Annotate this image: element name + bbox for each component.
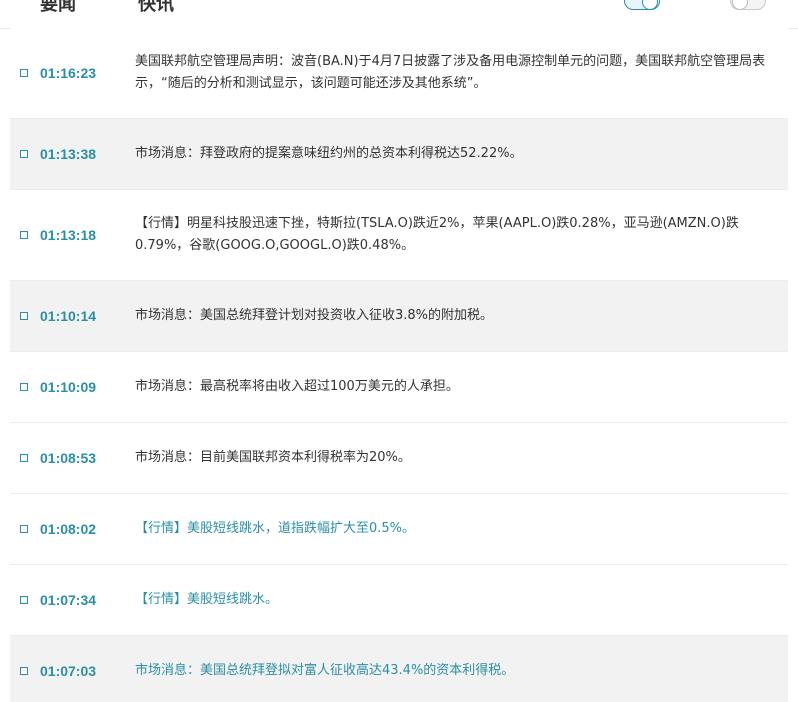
news-text[interactable]: 市场消息：最高税率将由收入超过100万美元的人承担。 — [135, 376, 768, 398]
news-time: 01:10:14 — [40, 308, 97, 324]
news-text[interactable]: 市场消息：美国总统拜登计划对投资收入征收3.8%的附加税。 — [135, 305, 768, 327]
news-text[interactable]: 市场消息：拜登政府的提案意味纽约州的总资本利得税达52.22%。 — [135, 143, 768, 165]
news-text[interactable]: 【行情】美股短线跳水。 — [135, 589, 768, 611]
timeline-marker-icon — [20, 596, 28, 604]
timeline-marker-icon — [20, 383, 28, 391]
news-time: 01:07:03 — [40, 663, 97, 679]
news-item[interactable]: 01:13:18 【行情】明星科技股迅速下挫，特斯拉(TSLA.O)跌近2%，苹… — [10, 190, 788, 281]
news-time: 01:08:53 — [40, 450, 97, 466]
timeline-marker-icon — [20, 525, 28, 533]
timeline-marker-icon — [20, 667, 28, 675]
news-time: 01:07:34 — [40, 592, 97, 608]
news-item[interactable]: 01:08:53 市场消息：目前美国联邦资本利得税率为20%。 — [10, 423, 788, 494]
timeline-marker-icon — [20, 454, 28, 462]
news-item[interactable]: 01:16:23 美国联邦航空管理局声明：波音(BA.N)于4月7日披露了涉及备… — [10, 28, 788, 119]
toggle-switch-1[interactable] — [624, 0, 660, 10]
news-item[interactable]: 01:07:34 【行情】美股短线跳水。 — [10, 565, 788, 636]
news-time: 01:10:09 — [40, 379, 97, 395]
news-time: 01:16:23 — [40, 65, 97, 81]
toggle-knob — [732, 0, 748, 10]
news-item[interactable]: 01:07:03 市场消息：美国总统拜登拟对富人征收高达43.4%的资本利得税。 — [10, 636, 788, 702]
toggle-group-2 — [730, 0, 766, 10]
news-text[interactable]: 美国联邦航空管理局声明：波音(BA.N)于4月7日披露了涉及备用电源控制单元的问… — [135, 51, 768, 95]
news-item[interactable]: 01:10:14 市场消息：美国总统拜登计划对投资收入征收3.8%的附加税。 — [10, 281, 788, 352]
news-time: 01:13:18 — [40, 227, 97, 243]
toggle-group-1 — [624, 0, 660, 10]
timeline-marker-icon — [20, 150, 28, 158]
toggle-switch-2[interactable] — [730, 0, 766, 10]
news-item[interactable]: 01:13:38 市场消息：拜登政府的提案意味纽约州的总资本利得税达52.22%… — [10, 119, 788, 190]
timeline-marker-icon — [20, 231, 28, 239]
timeline-marker-icon — [20, 312, 28, 320]
tab-flash[interactable]: 快讯 — [138, 0, 174, 16]
news-feed: 01:16:23 美国联邦航空管理局声明：波音(BA.N)于4月7日披露了涉及备… — [10, 28, 788, 702]
news-text[interactable]: 市场消息：美国总统拜登拟对富人征收高达43.4%的资本利得税。 — [135, 660, 768, 682]
toggle-knob — [642, 0, 658, 10]
news-item[interactable]: 01:08:02 【行情】美股短线跳水，道指跌幅扩大至0.5%。 — [10, 494, 788, 565]
page: 要闻 快讯 01:16:23 美国联邦航空管理局声明：波音(BA.N)于4月7日… — [0, 0, 798, 702]
tab-news[interactable]: 要闻 — [40, 0, 76, 16]
header: 要闻 快讯 — [0, 0, 798, 29]
news-text[interactable]: 【行情】明星科技股迅速下挫，特斯拉(TSLA.O)跌近2%，苹果(AAPL.O)… — [135, 213, 768, 257]
timeline-marker-icon — [20, 69, 28, 77]
news-time: 01:13:38 — [40, 146, 97, 162]
news-text[interactable]: 市场消息：目前美国联邦资本利得税率为20%。 — [135, 447, 768, 469]
news-time: 01:08:02 — [40, 521, 97, 537]
news-text[interactable]: 【行情】美股短线跳水，道指跌幅扩大至0.5%。 — [135, 518, 768, 540]
news-item[interactable]: 01:10:09 市场消息：最高税率将由收入超过100万美元的人承担。 — [10, 352, 788, 423]
